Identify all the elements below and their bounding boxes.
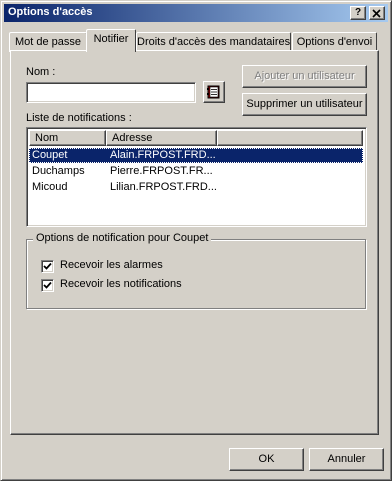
receive-notifications-label[interactable]: Recevoir les notifications [60, 278, 182, 290]
close-icon [372, 9, 381, 18]
receive-alarms-label[interactable]: Recevoir les alarmes [60, 259, 163, 271]
tab-label: Notifier [93, 33, 129, 45]
group-title: Options de notification pour Coupet [33, 232, 212, 244]
row-address: Lilian.FRPOST.FRD... [110, 181, 217, 193]
cancel-button[interactable]: Annuler [309, 448, 384, 471]
notification-options-group: Options de notification pour Coupet Rece… [26, 232, 366, 309]
cancel-label: Annuler [327, 453, 366, 465]
column-name-label: Nom [35, 132, 59, 144]
address-book-icon [207, 85, 220, 99]
row-name: Micoud [32, 181, 68, 193]
tab-password[interactable]: Mot de passe [9, 32, 87, 52]
title-bar[interactable]: Options d'accès ? [4, 4, 388, 22]
remove-user-button[interactable]: Supprimer un utilisateur [242, 93, 367, 116]
checkmark-icon [43, 281, 52, 289]
notification-list-label: Liste de notifications : [26, 112, 132, 124]
add-user-label: Ajouter un utilisateur [254, 70, 355, 82]
tab-proxy-rights[interactable]: Droits d'accès des mandataires [136, 32, 291, 52]
row-address: Pierre.FRPOST.FR... [110, 165, 213, 177]
column-address-label: Adresse [112, 132, 153, 144]
column-header-filler [217, 130, 363, 146]
table-row[interactable]: Micoud Lilian.FRPOST.FRD... [29, 180, 363, 195]
close-button[interactable] [369, 6, 385, 20]
row-address: Alain.FRPOST.FRD... [110, 149, 216, 161]
ok-label: OK [258, 453, 275, 465]
help-icon: ? [354, 7, 362, 18]
column-header-address[interactable]: Adresse [106, 130, 217, 146]
tab-label: Options d'envoi [296, 36, 373, 48]
tab-label: Mot de passe [14, 36, 82, 48]
table-row[interactable]: Coupet Alain.FRPOST.FRD... [29, 148, 363, 163]
row-name: Coupet [32, 149, 68, 161]
notification-list[interactable]: Nom Adresse Coupet Alain.FRPOST.FRD... D… [26, 127, 367, 227]
tab-send-options[interactable]: Options d'envoi [292, 32, 377, 52]
tab-label: Droits d'accès des mandataires [137, 36, 291, 48]
tab-notify[interactable]: Notifier [86, 29, 136, 52]
checkmark-icon [43, 262, 52, 270]
table-row[interactable]: Duchamps Pierre.FRPOST.FR... [29, 164, 363, 179]
ok-button[interactable]: OK [229, 448, 304, 471]
receive-notifications-checkbox[interactable] [41, 279, 54, 292]
help-button[interactable]: ? [350, 6, 366, 20]
add-user-button[interactable]: Ajouter un utilisateur [242, 65, 367, 88]
window-title: Options d'accès [8, 6, 93, 18]
options-dialog: Options d'accès ? Mot de passe Notifier … [0, 0, 392, 481]
remove-user-label: Supprimer un utilisateur [246, 98, 363, 110]
receive-alarms-checkbox[interactable] [41, 260, 54, 273]
column-header-name[interactable]: Nom [29, 130, 106, 146]
address-book-button[interactable] [203, 81, 225, 103]
row-name: Duchamps [32, 165, 85, 177]
name-label: Nom : [26, 66, 56, 78]
notifier-panel: Nom : Ajouter un utilisateur Supprimer u… [10, 50, 379, 435]
name-input[interactable] [26, 82, 196, 103]
